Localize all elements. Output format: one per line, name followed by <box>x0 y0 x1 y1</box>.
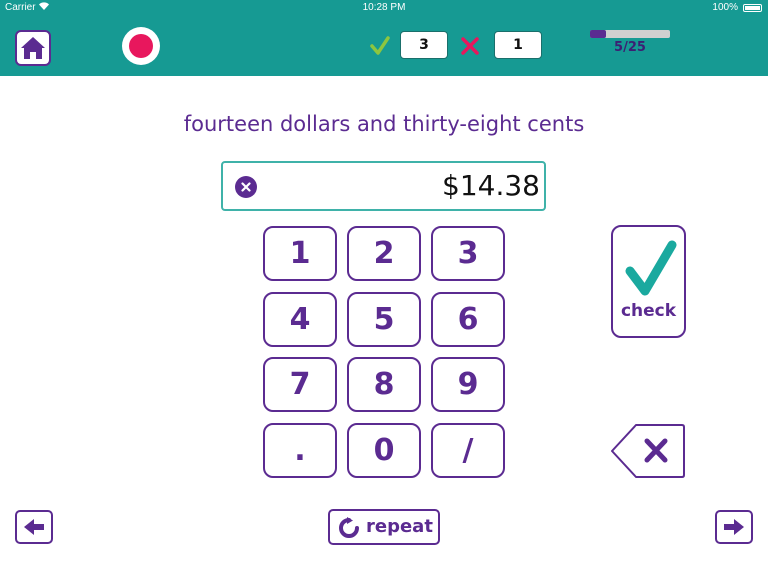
check-button[interactable]: check <box>611 225 686 338</box>
repeat-button[interactable]: repeat <box>328 509 440 545</box>
key-2[interactable]: 2 <box>347 226 421 281</box>
clear-icon <box>241 182 251 192</box>
battery-percent: 100% <box>712 2 738 13</box>
key-3[interactable]: 3 <box>431 226 505 281</box>
key-4[interactable]: 4 <box>263 292 337 347</box>
clear-answer-button[interactable] <box>235 176 257 198</box>
checkmark-icon <box>625 240 677 296</box>
progress-fill <box>590 30 606 38</box>
home-button[interactable] <box>15 30 51 66</box>
correct-count: 3 <box>419 37 429 53</box>
key-7[interactable]: 7 <box>263 357 337 412</box>
correct-count-badge: 3 <box>400 31 448 59</box>
check-label: check <box>620 301 677 321</box>
key-0[interactable]: 0 <box>347 423 421 478</box>
home-icon <box>21 37 45 59</box>
progress-bar <box>590 30 670 38</box>
answer-value: $14.38 <box>442 169 540 202</box>
progress-text: 5/25 <box>614 40 646 55</box>
key-slash[interactable]: / <box>431 423 505 478</box>
wrong-count: 1 <box>513 37 523 53</box>
arrow-left-icon <box>24 519 44 535</box>
key-1[interactable]: 1 <box>263 226 337 281</box>
record-icon <box>129 34 153 58</box>
key-8[interactable]: 8 <box>347 357 421 412</box>
arrow-right-icon <box>724 519 744 535</box>
previous-button[interactable] <box>15 510 53 544</box>
repeat-icon <box>339 517 359 538</box>
question-text: fourteen dollars and thirty-eight cents <box>183 112 585 136</box>
key-5[interactable]: 5 <box>347 292 421 347</box>
wrong-count-badge: 1 <box>494 31 542 59</box>
key-decimal[interactable]: . <box>263 423 337 478</box>
record-button[interactable] <box>122 27 160 65</box>
clock: 10:28 PM <box>362 2 406 13</box>
wrong-cross-icon <box>461 37 479 55</box>
answer-field[interactable]: $14.38 <box>221 161 546 211</box>
backspace-button[interactable] <box>610 423 686 479</box>
battery-icon <box>743 4 762 12</box>
key-6[interactable]: 6 <box>431 292 505 347</box>
correct-check-icon <box>370 36 390 55</box>
repeat-label: repeat <box>366 516 433 537</box>
key-9[interactable]: 9 <box>431 357 505 412</box>
next-button[interactable] <box>715 510 753 544</box>
status-bar: Carrier 10:28 PM 100% <box>0 0 768 16</box>
toolbar: 3 1 5/25 <box>0 16 768 76</box>
